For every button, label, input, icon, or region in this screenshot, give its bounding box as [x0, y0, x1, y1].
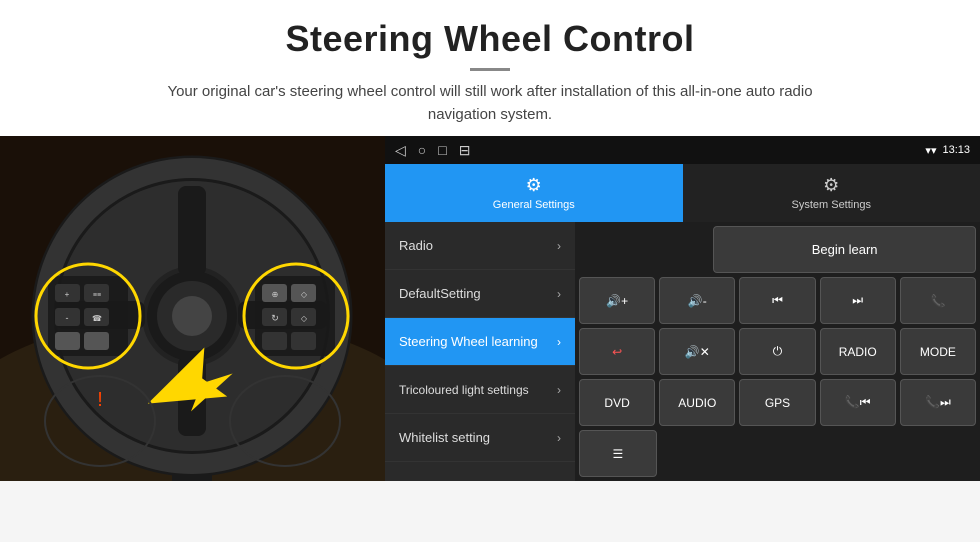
- vol-up-button[interactable]: 🔊+: [579, 277, 655, 324]
- page-description: Your original car's steering wheel contr…: [140, 81, 840, 126]
- vol-down-icon: 🔊-: [688, 294, 707, 308]
- tab-system-label: System Settings: [792, 199, 871, 211]
- chevron-icon: ›: [557, 239, 561, 253]
- audio-button[interactable]: AUDIO: [659, 379, 735, 426]
- empty-2: [661, 430, 737, 477]
- svg-text:◇: ◇: [301, 290, 308, 299]
- controls-area: Begin learn 🔊+ 🔊- ⏮ ⏭: [575, 222, 980, 481]
- menu-list-icon: ☰: [613, 447, 624, 461]
- content-area: Radio › DefaultSetting › Steering Wheel …: [385, 222, 980, 481]
- vol-up-icon: 🔊+: [606, 294, 628, 308]
- phone-icon: 📞: [930, 294, 945, 308]
- empty-slot: [579, 226, 709, 273]
- page-header: Steering Wheel Control Your original car…: [0, 0, 980, 136]
- settings-menu: Radio › DefaultSetting › Steering Wheel …: [385, 222, 575, 481]
- menu-item-tricoloured[interactable]: Tricoloured light settings ›: [385, 366, 575, 414]
- radio-mode-button[interactable]: RADIO: [820, 328, 896, 375]
- audio-label: AUDIO: [678, 396, 716, 410]
- mute-icon: 🔊✕: [685, 345, 710, 359]
- chevron-icon: ›: [557, 431, 561, 445]
- mute-button[interactable]: 🔊✕: [659, 328, 735, 375]
- hang-up-button[interactable]: ↩: [579, 328, 655, 375]
- gps-label: GPS: [765, 396, 790, 410]
- phone-next-icon: 📞⏭: [925, 395, 951, 410]
- hang-up-icon: ↩: [612, 345, 622, 359]
- system-settings-icon: ⚙: [823, 175, 839, 196]
- menu-whitelist-label: Whitelist setting: [399, 430, 490, 445]
- power-button[interactable]: ⏻: [739, 328, 815, 375]
- home-nav[interactable]: ○: [418, 142, 426, 158]
- svg-text:◇: ◇: [301, 314, 308, 323]
- clock: 13:13: [942, 144, 970, 156]
- tab-general-settings[interactable]: ⚙ General Settings: [385, 164, 683, 222]
- empty-3: [741, 430, 817, 477]
- tab-bar: ⚙ General Settings ⚙ System Settings: [385, 164, 980, 222]
- status-icons: ▾▾ 13:13: [925, 144, 970, 157]
- gps-button[interactable]: GPS: [739, 379, 815, 426]
- begin-learn-button[interactable]: Begin learn: [713, 226, 976, 273]
- nav-buttons: ◁ ○ □ ⊟: [395, 142, 470, 159]
- steering-wheel-image: + ≡≡ - ☎ ⊕ ◇ ↻ ◇: [0, 136, 385, 481]
- chevron-icon: ›: [557, 383, 561, 397]
- controls-row-3: DVD AUDIO GPS 📞⏮ 📞⏭: [579, 379, 976, 426]
- prev-track-button[interactable]: ⏮: [739, 277, 815, 324]
- title-divider: [470, 68, 510, 71]
- chevron-icon: ›: [557, 335, 561, 349]
- mode-label: MODE: [920, 345, 956, 359]
- radio-label: RADIO: [839, 345, 877, 359]
- controls-row-0: Begin learn: [579, 226, 976, 273]
- prev-track-icon: ⏮: [772, 293, 783, 308]
- back-nav[interactable]: ◁: [395, 142, 406, 159]
- status-bar: ◁ ○ □ ⊟ ▾▾ 13:13: [385, 136, 980, 164]
- empty-5: [900, 430, 976, 477]
- next-track-icon: ⏭: [852, 293, 863, 308]
- empty-4: [820, 430, 896, 477]
- tab-general-label: General Settings: [493, 199, 575, 211]
- svg-text:≡≡: ≡≡: [93, 292, 101, 299]
- svg-text:⊕: ⊕: [272, 290, 279, 299]
- menu-item-radio[interactable]: Radio ›: [385, 222, 575, 270]
- menu-item-steering[interactable]: Steering Wheel learning ›: [385, 318, 575, 366]
- menu-nav[interactable]: ⊟: [459, 142, 471, 159]
- controls-row-4: ☰: [579, 430, 976, 477]
- chevron-icon: ›: [557, 287, 561, 301]
- controls-row-2: ↩ 🔊✕ ⏻ RADIO MODE: [579, 328, 976, 375]
- android-ui-panel: ◁ ○ □ ⊟ ▾▾ 13:13 ⚙ General Settings ⚙ Sy…: [385, 136, 980, 481]
- svg-text:+: +: [65, 290, 70, 299]
- vol-down-button[interactable]: 🔊-: [659, 277, 735, 324]
- tab-system-settings[interactable]: ⚙ System Settings: [683, 164, 980, 222]
- menu-tricoloured-label: Tricoloured light settings: [399, 383, 529, 397]
- dvd-button[interactable]: DVD: [579, 379, 655, 426]
- dvd-label: DVD: [604, 396, 629, 410]
- menu-steering-label: Steering Wheel learning: [399, 334, 538, 349]
- phone-prev-icon: 📞⏮: [845, 395, 871, 410]
- svg-text:-: -: [66, 313, 69, 323]
- menu-icon-button[interactable]: ☰: [579, 430, 657, 477]
- power-icon: ⏻: [773, 344, 783, 359]
- page-title: Steering Wheel Control: [20, 18, 960, 60]
- svg-text:!: !: [97, 389, 103, 411]
- controls-row-1: 🔊+ 🔊- ⏮ ⏭ 📞: [579, 277, 976, 324]
- phone-prev-button[interactable]: 📞⏮: [820, 379, 896, 426]
- general-settings-icon: ⚙: [526, 175, 542, 196]
- menu-default-label: DefaultSetting: [399, 286, 481, 301]
- recent-nav[interactable]: □: [438, 142, 446, 158]
- signal-icon: ▾▾: [925, 144, 936, 157]
- menu-item-default[interactable]: DefaultSetting ›: [385, 270, 575, 318]
- svg-text:☎: ☎: [92, 314, 102, 323]
- menu-radio-label: Radio: [399, 238, 433, 253]
- menu-item-whitelist[interactable]: Whitelist setting ›: [385, 414, 575, 462]
- main-content: + ≡≡ - ☎ ⊕ ◇ ↻ ◇: [0, 136, 980, 481]
- mode-button[interactable]: MODE: [900, 328, 976, 375]
- phone-next-button[interactable]: 📞⏭: [900, 379, 976, 426]
- next-track-button[interactable]: ⏭: [820, 277, 896, 324]
- svg-text:↻: ↻: [271, 313, 279, 323]
- phone-button[interactable]: 📞: [900, 277, 976, 324]
